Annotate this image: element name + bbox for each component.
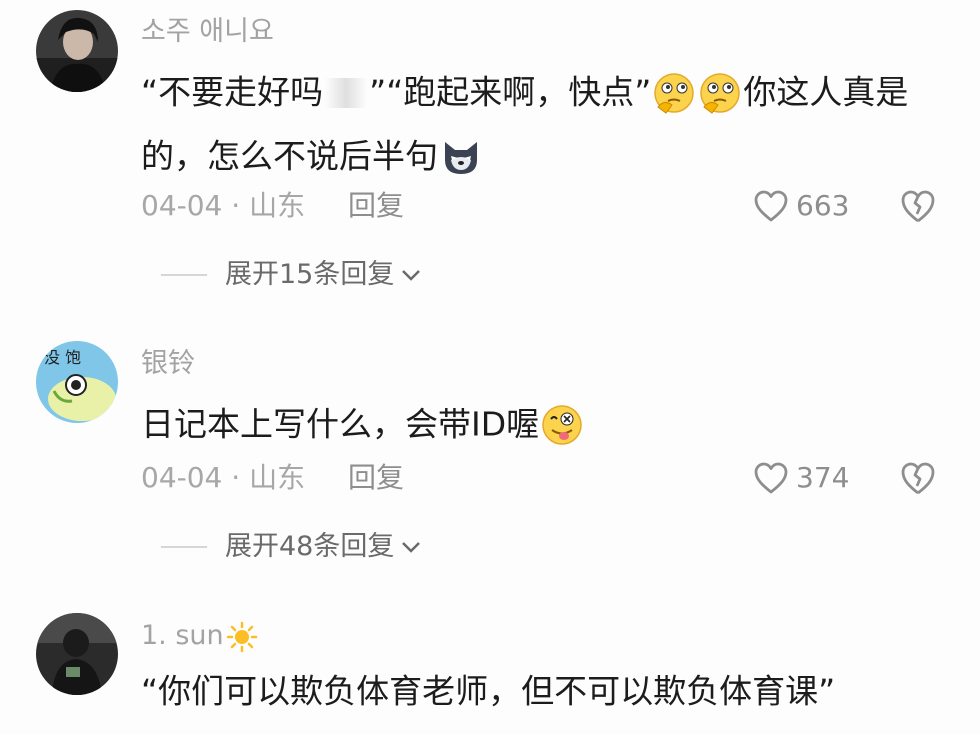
comment-meta: 04-04 · 山东 回复 bbox=[141, 188, 404, 224]
wolf-face-icon bbox=[445, 142, 477, 174]
comment-location: 山东 bbox=[249, 189, 306, 222]
comment-text: “不要走好吗 ”“跑起来啊，快点” 你这人真是的，怎么不说后半句 bbox=[141, 60, 931, 187]
comment-text-part: 你这人真是 bbox=[743, 72, 909, 112]
username[interactable]: 소주 애니요 bbox=[141, 16, 274, 48]
expand-replies[interactable]: 展开15条回复 bbox=[161, 257, 422, 293]
reply-button[interactable]: 回复 bbox=[348, 189, 404, 222]
comment-date: 04-04 bbox=[141, 461, 223, 494]
username[interactable]: 1. sun bbox=[141, 620, 258, 653]
comment-text: 日记本上写什么，会带ID喔 bbox=[141, 392, 931, 456]
comment-text-part: ”“跑起来啊，快点” bbox=[369, 72, 652, 112]
avatar[interactable]: 没 饱 bbox=[36, 341, 118, 423]
like-count: 374 bbox=[796, 461, 850, 494]
chevron-down-icon bbox=[402, 270, 421, 281]
username-text: 1. sun bbox=[141, 620, 224, 651]
comment-date: 04-04 bbox=[141, 189, 223, 222]
like-count: 663 bbox=[796, 189, 850, 222]
heart-icon bbox=[754, 462, 788, 494]
avatar-caption: 没 饱 bbox=[44, 348, 81, 367]
avatar[interactable] bbox=[36, 10, 118, 92]
heart-icon bbox=[754, 190, 788, 222]
divider-line bbox=[161, 274, 207, 276]
thinking-face-icon bbox=[654, 72, 695, 114]
comment-text-part: 的，怎么不说后半句 bbox=[141, 136, 438, 175]
divider-line bbox=[161, 546, 207, 548]
reply-button[interactable]: 回复 bbox=[348, 461, 404, 494]
username[interactable]: 银铃 bbox=[141, 348, 195, 380]
comment-text-part: “不要走好吗 bbox=[141, 72, 324, 112]
broken-heart-icon[interactable] bbox=[898, 187, 938, 225]
comment-location: 山东 bbox=[249, 461, 306, 494]
like-button[interactable]: 663 bbox=[752, 188, 849, 224]
comment-text-part: 日记本上写什么，会带ID喔 bbox=[141, 404, 540, 444]
expand-replies[interactable]: 展开48条回复 bbox=[161, 529, 422, 565]
sun-icon bbox=[226, 621, 257, 652]
chevron-down-icon bbox=[402, 542, 421, 553]
comment-meta: 04-04 · 山东 回复 bbox=[141, 460, 404, 496]
comment-text-part: “你们可以欺负体育老师，但不可以欺负体育课” bbox=[141, 671, 836, 711]
meta-separator: · bbox=[231, 461, 241, 494]
silly-face-icon bbox=[542, 404, 582, 445]
expand-replies-label: 展开48条回复 bbox=[225, 531, 395, 562]
meta-separator: · bbox=[231, 189, 241, 222]
like-button[interactable]: 374 bbox=[752, 460, 849, 496]
redacted-blur bbox=[325, 77, 368, 108]
broken-heart-icon[interactable] bbox=[898, 459, 938, 497]
thinking-face-icon bbox=[700, 72, 741, 114]
avatar[interactable] bbox=[36, 613, 118, 695]
comment-text: “你们可以欺负体育老师，但不可以欺负体育课” bbox=[141, 659, 931, 723]
expand-replies-label: 展开15条回复 bbox=[225, 259, 395, 290]
